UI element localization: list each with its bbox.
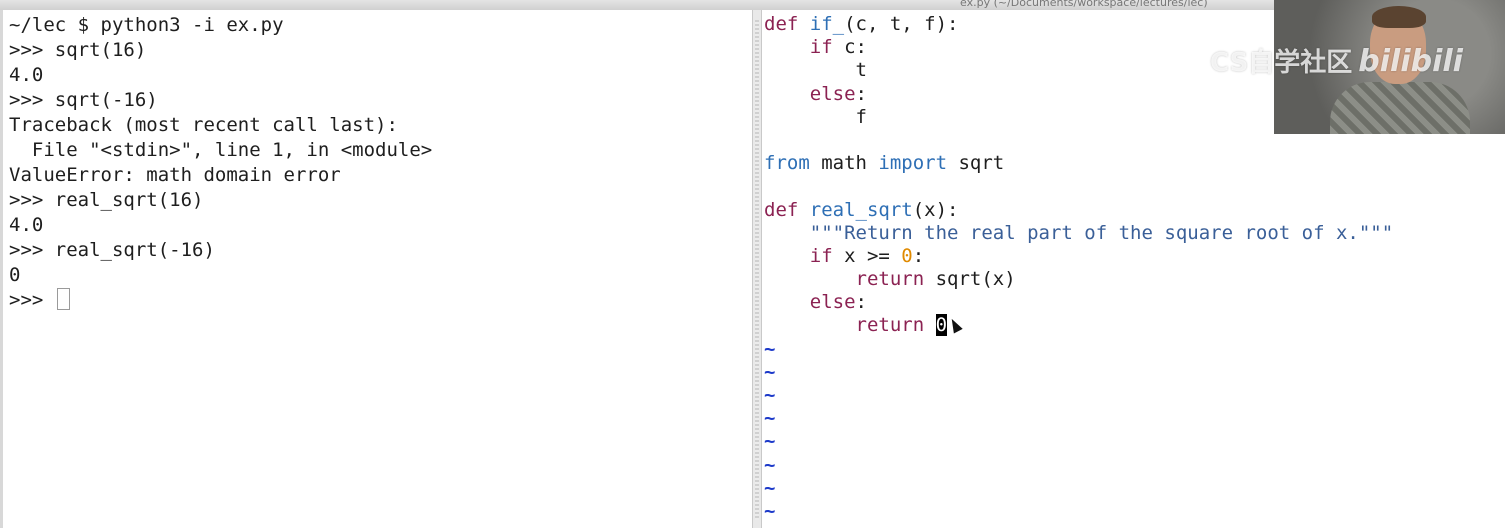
presenter-body xyxy=(1330,82,1470,134)
code-keyword: if xyxy=(809,244,833,267)
terminal-cursor xyxy=(56,288,70,310)
terminal-line: 4.0 xyxy=(9,64,44,86)
video-watermark: CS自学社区 bilibili xyxy=(1210,42,1463,79)
terminal-line: ~/lec $ python3 -i ex.py xyxy=(9,14,284,36)
code-keyword: return xyxy=(855,268,925,291)
empty-line-marker: ~ xyxy=(764,337,776,360)
empty-line-marker: ~ xyxy=(764,360,776,383)
code-function-name: if_ xyxy=(809,13,845,35)
code-keyword: def xyxy=(764,13,799,35)
code-function-name: real_sqrt xyxy=(809,198,913,221)
empty-line-marker: ~ xyxy=(764,384,776,406)
empty-line-marker: ~ xyxy=(764,499,776,522)
code-keyword: return xyxy=(855,314,925,337)
empty-line-marker: ~ xyxy=(764,407,776,430)
empty-line-marker: ~ xyxy=(764,430,776,453)
code-text: sqrt(x) xyxy=(924,268,1016,291)
code-text: : xyxy=(855,291,867,314)
terminal-output: ~/lec $ python3 -i ex.py >>> sqrt(16) 4.… xyxy=(9,13,432,313)
code-keyword: else xyxy=(809,82,856,105)
code-text: (c, t, f): xyxy=(844,13,959,35)
terminal-line: 4.0 xyxy=(9,214,44,236)
code-keyword-from: from xyxy=(764,152,810,175)
code-keyword: if xyxy=(809,36,833,59)
code-text: : xyxy=(855,82,867,105)
code-keyword-import: import xyxy=(878,152,948,175)
terminal-line: 0 xyxy=(9,264,21,286)
code-text: x >= xyxy=(832,244,902,267)
code-number: 0 xyxy=(901,244,913,267)
pane-divider[interactable] xyxy=(752,10,762,528)
code-docstring: """Return the real part of the square ro… xyxy=(809,221,1394,244)
code-line: from math import sqrt xyxy=(764,152,1393,175)
code-text: c: xyxy=(832,36,867,59)
terminal-line: Traceback (most recent call last): xyxy=(9,114,398,136)
terminal-line: >>> sqrt(16) xyxy=(9,39,147,61)
terminal-left-edge xyxy=(0,10,3,528)
terminal-line: >>> real_sqrt(16) xyxy=(9,189,204,211)
code-text: : xyxy=(912,244,925,267)
terminal-line: ValueError: math domain error xyxy=(9,164,341,186)
terminal-line: >>> real_sqrt(-16) xyxy=(9,239,215,261)
terminal-prompt-line[interactable]: >>> xyxy=(9,288,432,313)
code-text: math xyxy=(809,152,879,175)
empty-line-marker: ~ xyxy=(764,476,776,499)
terminal-line: File "<stdin>", line 1, in <module> xyxy=(9,139,433,161)
code-line: if x >= 0: xyxy=(764,245,1393,268)
code-keyword: def xyxy=(764,198,799,221)
window-title: ex.py (~/Documents/workspace/lectures/le… xyxy=(960,0,1208,9)
pane-divider-handle[interactable] xyxy=(755,20,759,520)
code-line: def real_sqrt(x): xyxy=(764,199,1393,222)
terminal-prompt: >>> xyxy=(9,289,55,311)
code-text: (x): xyxy=(912,198,959,221)
code-keyword: else xyxy=(809,291,856,314)
terminal-pane[interactable]: ~/lec $ python3 -i ex.py >>> sqrt(16) 4.… xyxy=(0,10,752,528)
editor-cursor: 0 xyxy=(935,314,948,337)
code-text: sqrt xyxy=(947,152,1005,175)
code-line: """Return the real part of the square ro… xyxy=(764,222,1393,245)
terminal-line: >>> sqrt(-16) xyxy=(9,89,158,111)
presenter-hair xyxy=(1372,6,1426,28)
code-line: else: xyxy=(764,291,1393,314)
empty-line-marker: ~ xyxy=(764,453,776,476)
watermark-text: CS自学社区 xyxy=(1210,48,1353,78)
code-line: return 0 xyxy=(764,314,1393,337)
code-line: return sqrt(x) xyxy=(764,268,1393,291)
bilibili-logo: bilibili xyxy=(1358,44,1463,79)
